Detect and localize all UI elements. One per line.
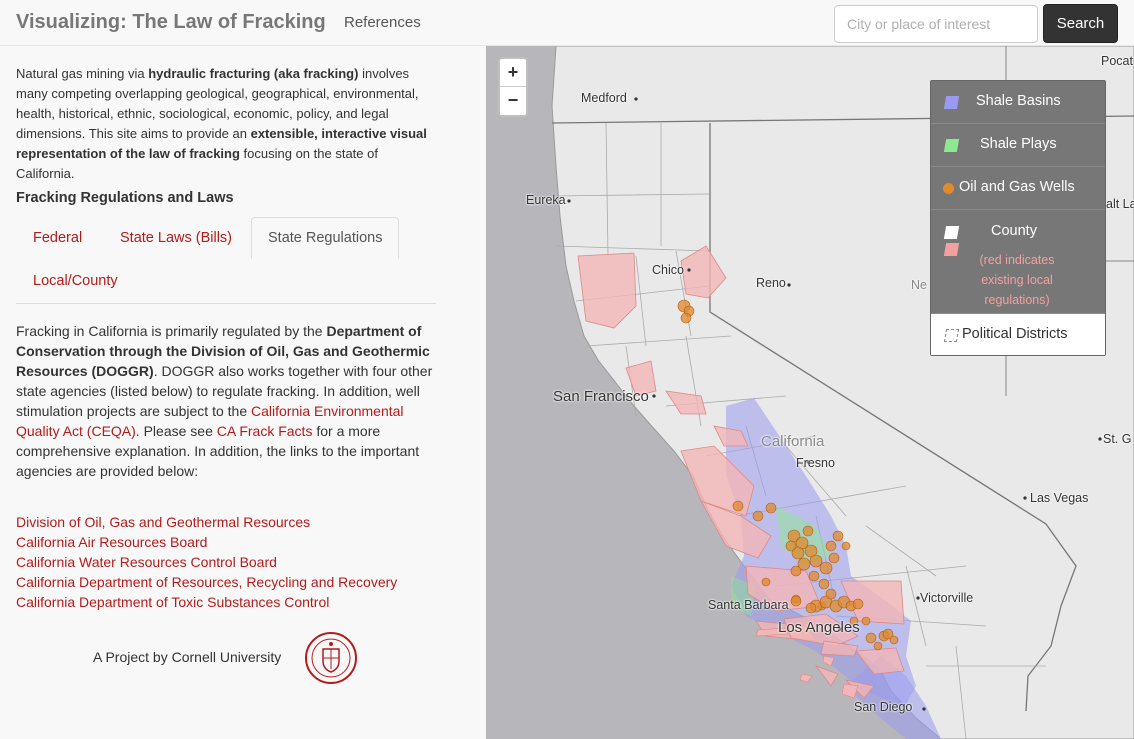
city-label-fresno: Fresno	[796, 456, 835, 470]
city-label-los-angeles: Los Angeles	[778, 619, 860, 636]
references-link[interactable]: References	[344, 14, 421, 31]
agency-link-air[interactable]: California Air Resources Board	[16, 534, 207, 550]
cornell-seal-icon	[305, 632, 357, 684]
zoom-control: + −	[498, 57, 528, 117]
legend-shale-basins[interactable]: Shale Basins	[931, 81, 1105, 124]
city-label-medford: Medford	[581, 91, 627, 105]
agency-link-toxic[interactable]: California Department of Toxic Substance…	[16, 594, 329, 610]
legend-shale-plays[interactable]: Shale Plays	[931, 124, 1105, 167]
project-credit: A Project by Cornell University	[93, 649, 282, 665]
city-label-san-diego: San Diego	[854, 700, 913, 714]
tab-local-county[interactable]: Local/County	[33, 273, 118, 289]
regulation-tabs: Federal State Laws (Bills) State Regulat…	[16, 217, 436, 304]
city-label-reno: Reno	[756, 276, 786, 290]
region-label-nevada: Ne	[911, 278, 927, 292]
agency-link-doggr[interactable]: Division of Oil, Gas and Geothermal Reso…	[16, 514, 310, 530]
county-swatch-icon	[943, 226, 960, 239]
shale-basin-swatch-icon	[943, 96, 960, 109]
search-input[interactable]	[834, 5, 1038, 43]
city-label-st-george: St. G	[1103, 432, 1132, 446]
region-label-california: California	[761, 433, 825, 450]
map-view[interactable]: + − Medford Eureka Chico Reno San Franci…	[486, 46, 1134, 739]
intro-text: Natural gas mining via hydraulic fractur…	[16, 66, 427, 181]
zoom-out-button[interactable]: −	[500, 87, 526, 115]
state-regulations-text: Fracking in California is primarily regu…	[16, 323, 433, 479]
tab-federal[interactable]: Federal	[33, 230, 82, 246]
legend-oil-gas-wells[interactable]: Oil and Gas Wells	[931, 167, 1105, 210]
regulated-county-swatch-icon	[943, 243, 960, 256]
sidebar: Natural gas mining via hydraulic fractur…	[0, 46, 486, 739]
tab-state-regulations[interactable]: State Regulations	[251, 217, 400, 259]
legend-political-districts[interactable]: Political Districts	[931, 314, 1105, 355]
agency-link-recycling[interactable]: California Department of Resources, Recy…	[16, 574, 397, 590]
political-district-swatch-icon	[943, 329, 960, 342]
navbar: Visualizing: The Law of Fracking Referen…	[0, 0, 1134, 46]
city-label-eureka: Eureka	[526, 193, 566, 207]
search-button[interactable]: Search	[1043, 4, 1118, 43]
frack-facts-link[interactable]: CA Frack Facts	[217, 423, 313, 439]
agency-link-water[interactable]: California Water Resources Control Board	[16, 554, 277, 570]
agency-links: Division of Oil, Gas and Geothermal Reso…	[16, 512, 397, 612]
city-label-salt-lake: alt La	[1106, 197, 1134, 211]
city-label-san-francisco: San Francisco	[553, 388, 649, 405]
well-dot-icon	[943, 183, 954, 194]
site-title[interactable]: Visualizing: The Law of Fracking	[16, 11, 326, 34]
city-label-santa-barbara: Santa Barbara	[708, 598, 789, 612]
city-label-chico: Chico	[652, 263, 684, 277]
city-label-pocatello: Pocat	[1101, 54, 1133, 68]
city-label-victorville: Victorville	[920, 591, 974, 605]
tab-state-laws[interactable]: State Laws (Bills)	[120, 230, 232, 246]
map-legend: Shale Basins Shale Plays Oil and Gas Wel…	[930, 80, 1106, 356]
county-legend-note: (red indicates existing local regulation…	[979, 253, 1055, 307]
zoom-in-button[interactable]: +	[500, 59, 526, 87]
regulations-heading: Fracking Regulations and Laws	[16, 190, 234, 206]
legend-county[interactable]: County (red indicates existing local reg…	[931, 210, 1105, 314]
city-label-las-vegas: Las Vegas	[1030, 491, 1089, 505]
shale-play-swatch-icon	[943, 139, 960, 152]
